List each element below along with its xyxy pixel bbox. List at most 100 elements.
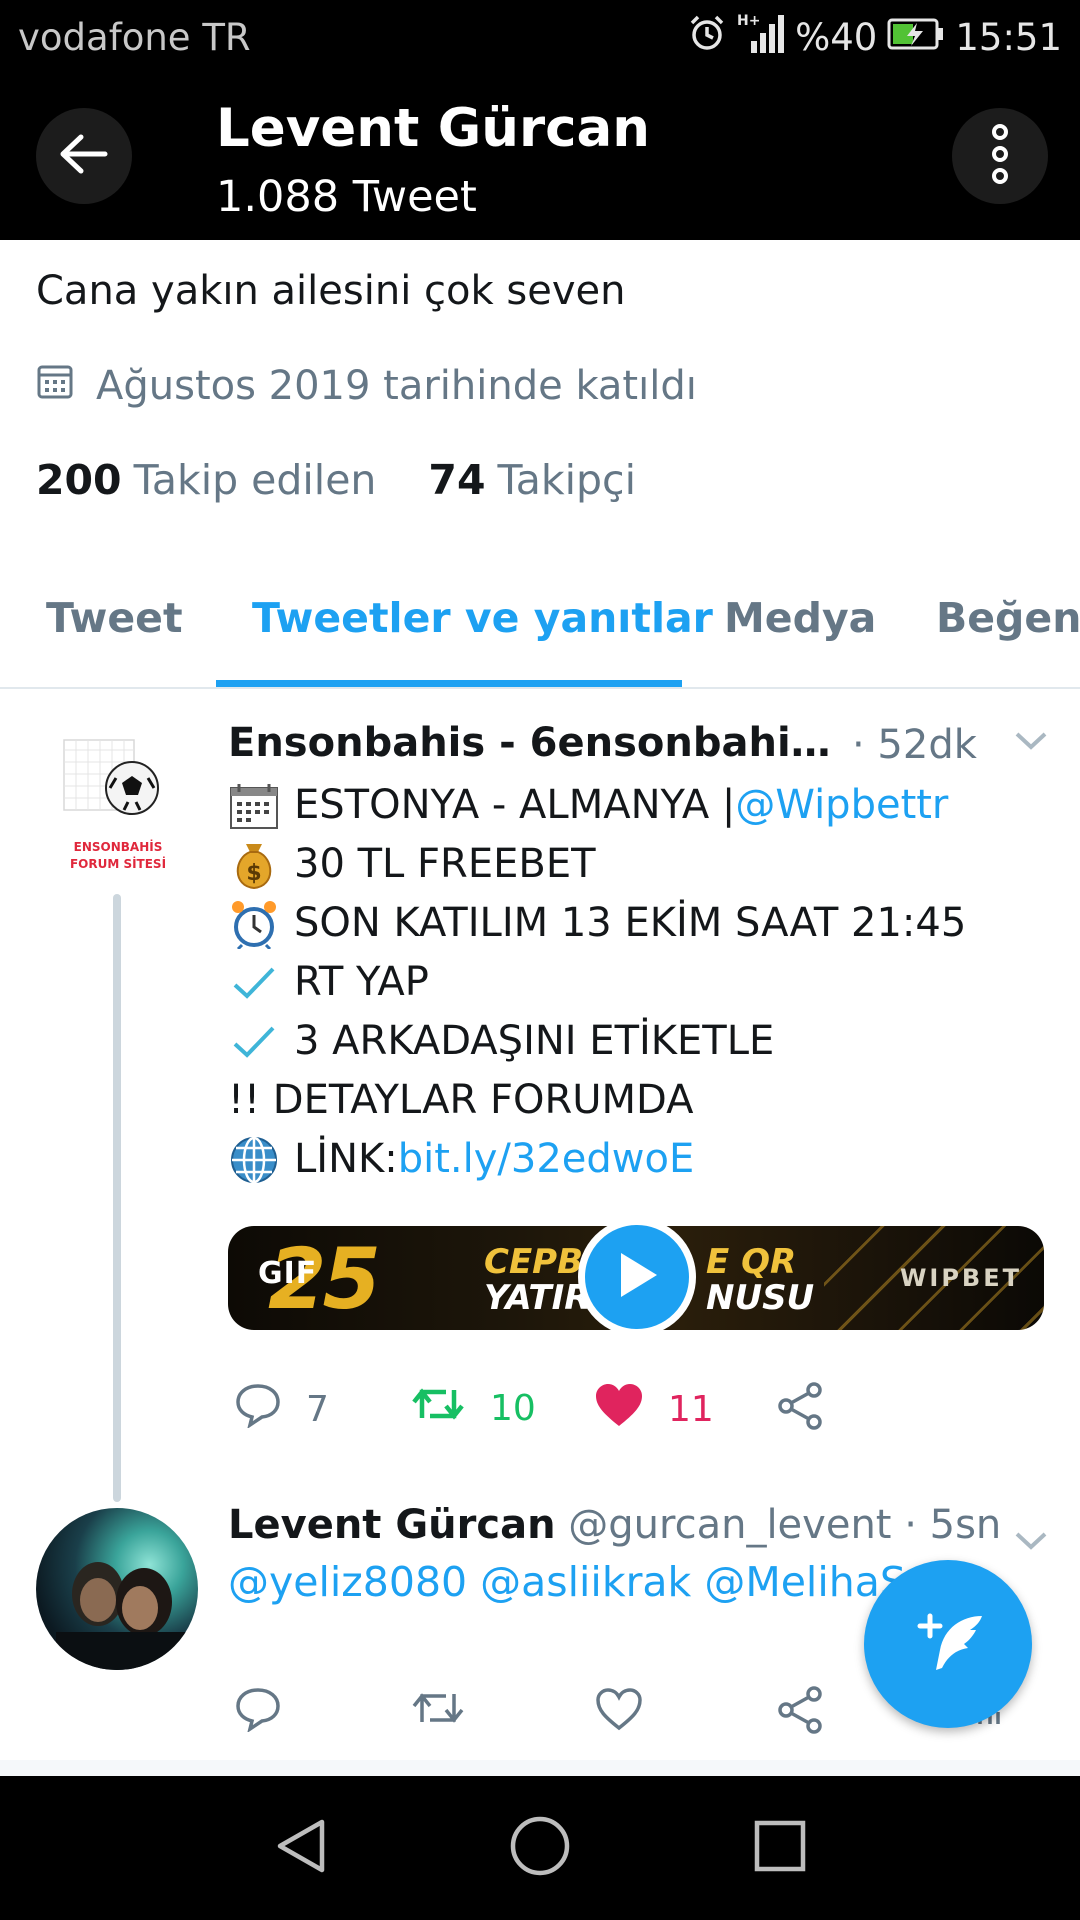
tweet-line-text: ESTONYA - ALMANYA | [294,782,736,828]
like-button[interactable]: 11 [594,1382,714,1437]
calendar-emoji-icon [228,780,280,832]
nav-back-button[interactable] [262,1810,338,1886]
tweet-line-text: LİNK: [294,1136,398,1182]
gif-banner-text: YATIR [484,1278,591,1318]
list-bottom-divider [0,1760,1080,1776]
reply-button[interactable] [234,1686,282,1741]
share-button[interactable] [776,1686,826,1743]
alarm-clock-emoji-icon [228,898,280,950]
avatar[interactable]: ENSONBAHİS FORUM SİTESİ [58,728,178,888]
check-mark-emoji-icon [228,1016,280,1068]
active-tab-indicator [216,680,682,687]
status-bar: vodafone TR H+ %40 15:51 [0,0,1080,72]
tweet-header: Levent Gürcan @gurcan_levent · 5sn [228,1502,1048,1558]
gif-banner-text: NUSU [706,1278,815,1318]
tweet-line-text: 30 TL FREEBET [294,841,596,887]
reply-icon [234,1686,282,1741]
tweet-header: Ensonbahis - 6ensonbahis.c... · 52dk [228,720,1048,772]
battery-percent: %40 [795,15,878,59]
more-vertical-icon [988,122,1012,190]
check-mark-emoji-icon [228,957,280,1009]
profile-bio: Cana yakın ailesini çok seven [36,268,626,314]
tweet-line-text: 3 ARKADAŞINI ETİKETLE [294,1018,775,1064]
heart-outline-icon [594,1686,644,1741]
compose-tweet-button[interactable] [864,1560,1032,1728]
profile-name: Levent Gürcan [216,98,651,159]
carrier-name: vodafone TR [18,16,251,59]
share-icon [776,1686,826,1743]
status-icons: H+ %40 15:51 [687,12,1062,62]
gif-badge: GIF [258,1256,318,1291]
tweet-line: LİNK: bit.ly/32edwoE [228,1130,966,1189]
followers-count[interactable]: 74 [428,456,485,504]
reply-button[interactable]: 7 [234,1382,329,1437]
retweet-icon [410,1382,466,1435]
tab-likes[interactable]: Beğenil [936,594,1080,642]
more-options-button[interactable] [952,108,1048,204]
money-bag-emoji-icon: $ [228,839,280,891]
retweet-icon [410,1686,466,1739]
play-icon [615,1250,659,1304]
calendar-icon [36,362,74,410]
tweet-handle-time[interactable]: @gurcan_levent · 5sn [568,1502,1001,1548]
clock: 15:51 [955,15,1062,59]
gif-banner-text: E QR [706,1242,797,1282]
tweet-timestamp[interactable]: · 52dk [852,722,977,768]
signal-icon: H+ [737,11,785,64]
tab-media[interactable]: Medya [724,594,876,642]
arrow-left-icon [59,133,109,179]
chevron-down-icon[interactable] [1014,730,1048,756]
mention-link[interactable]: @Wipbettr [735,776,948,835]
following-label[interactable]: Takip edilen [134,456,377,504]
tweet-actions: 7 10 11 [228,1382,848,1442]
follow-stats: 200 Takip edilen 74 Takipçi [36,456,636,504]
reply-icon [234,1382,282,1437]
tab-tweets-and-replies[interactable]: Tweetler ve yanıtlar [252,594,713,642]
avatar[interactable] [36,1508,198,1670]
tweet-line: SON KATILIM 13 EKİM SAAT 21:45 [228,894,966,953]
tweet-author-name[interactable]: Levent Gürcan [228,1502,556,1548]
nav-home-button[interactable] [502,1810,578,1886]
tweet-count: 1.088 Tweet [216,172,477,222]
network-type: H+ [737,13,760,29]
profile-tabs: Tweet Tweetler ve yanıtlar Medya Beğenil [0,576,1080,689]
tweet-line-text: RT YAP [294,959,429,1005]
gif-banner-text: CEPB [484,1242,584,1282]
circle-home-icon [509,1815,571,1881]
like-button[interactable] [594,1686,644,1741]
reply-count: 7 [306,1389,329,1430]
followers-label[interactable]: Takipçi [497,456,635,504]
tweet-line: ESTONYA - ALMANYA | @Wipbettr [228,776,966,835]
alarm-icon [687,13,727,62]
back-button[interactable] [36,108,132,204]
globe-emoji-icon [228,1134,280,1186]
triangle-back-icon [272,1816,328,1880]
nav-recents-button[interactable] [742,1810,818,1886]
share-icon [776,1382,826,1439]
battery-charging-icon [887,16,945,59]
system-navigation-bar [0,1776,1080,1920]
svg-text:FORUM SİTESİ: FORUM SİTESİ [70,856,166,871]
tweet-line: $ 30 TL FREEBET [228,835,966,894]
tab-tweets[interactable]: Tweet [46,594,183,642]
gif-brand-logo: WIPBET [899,1264,1022,1292]
url-link[interactable]: bit.ly/32edwoE [398,1130,695,1189]
profile-header: Levent Gürcan 1.088 Tweet [0,72,1080,240]
tweet-line: 3 ARKADAŞINI ETİKETLE [228,1012,966,1071]
retweet-count: 10 [490,1388,536,1429]
tweet-line: !! DETAYLAR FORUMDA [228,1071,966,1130]
tweet-author-name[interactable]: Ensonbahis - 6ensonbahis.c... [228,720,840,766]
compose-feather-icon [910,1608,986,1680]
retweet-button[interactable]: 10 [410,1382,536,1435]
join-date: Ağustos 2019 tarihinde katıldı [36,362,697,410]
following-count[interactable]: 200 [36,456,122,504]
retweet-button[interactable] [410,1686,466,1739]
like-count: 11 [668,1389,714,1430]
svg-text:$: $ [246,861,261,886]
chevron-down-icon[interactable] [1014,1516,1048,1558]
square-recents-icon [753,1819,807,1877]
play-button[interactable] [578,1218,696,1336]
share-button[interactable] [776,1382,826,1439]
thread-connector-line [113,894,121,1502]
tweet-line-text: SON KATILIM 13 EKİM SAAT 21:45 [294,900,967,946]
